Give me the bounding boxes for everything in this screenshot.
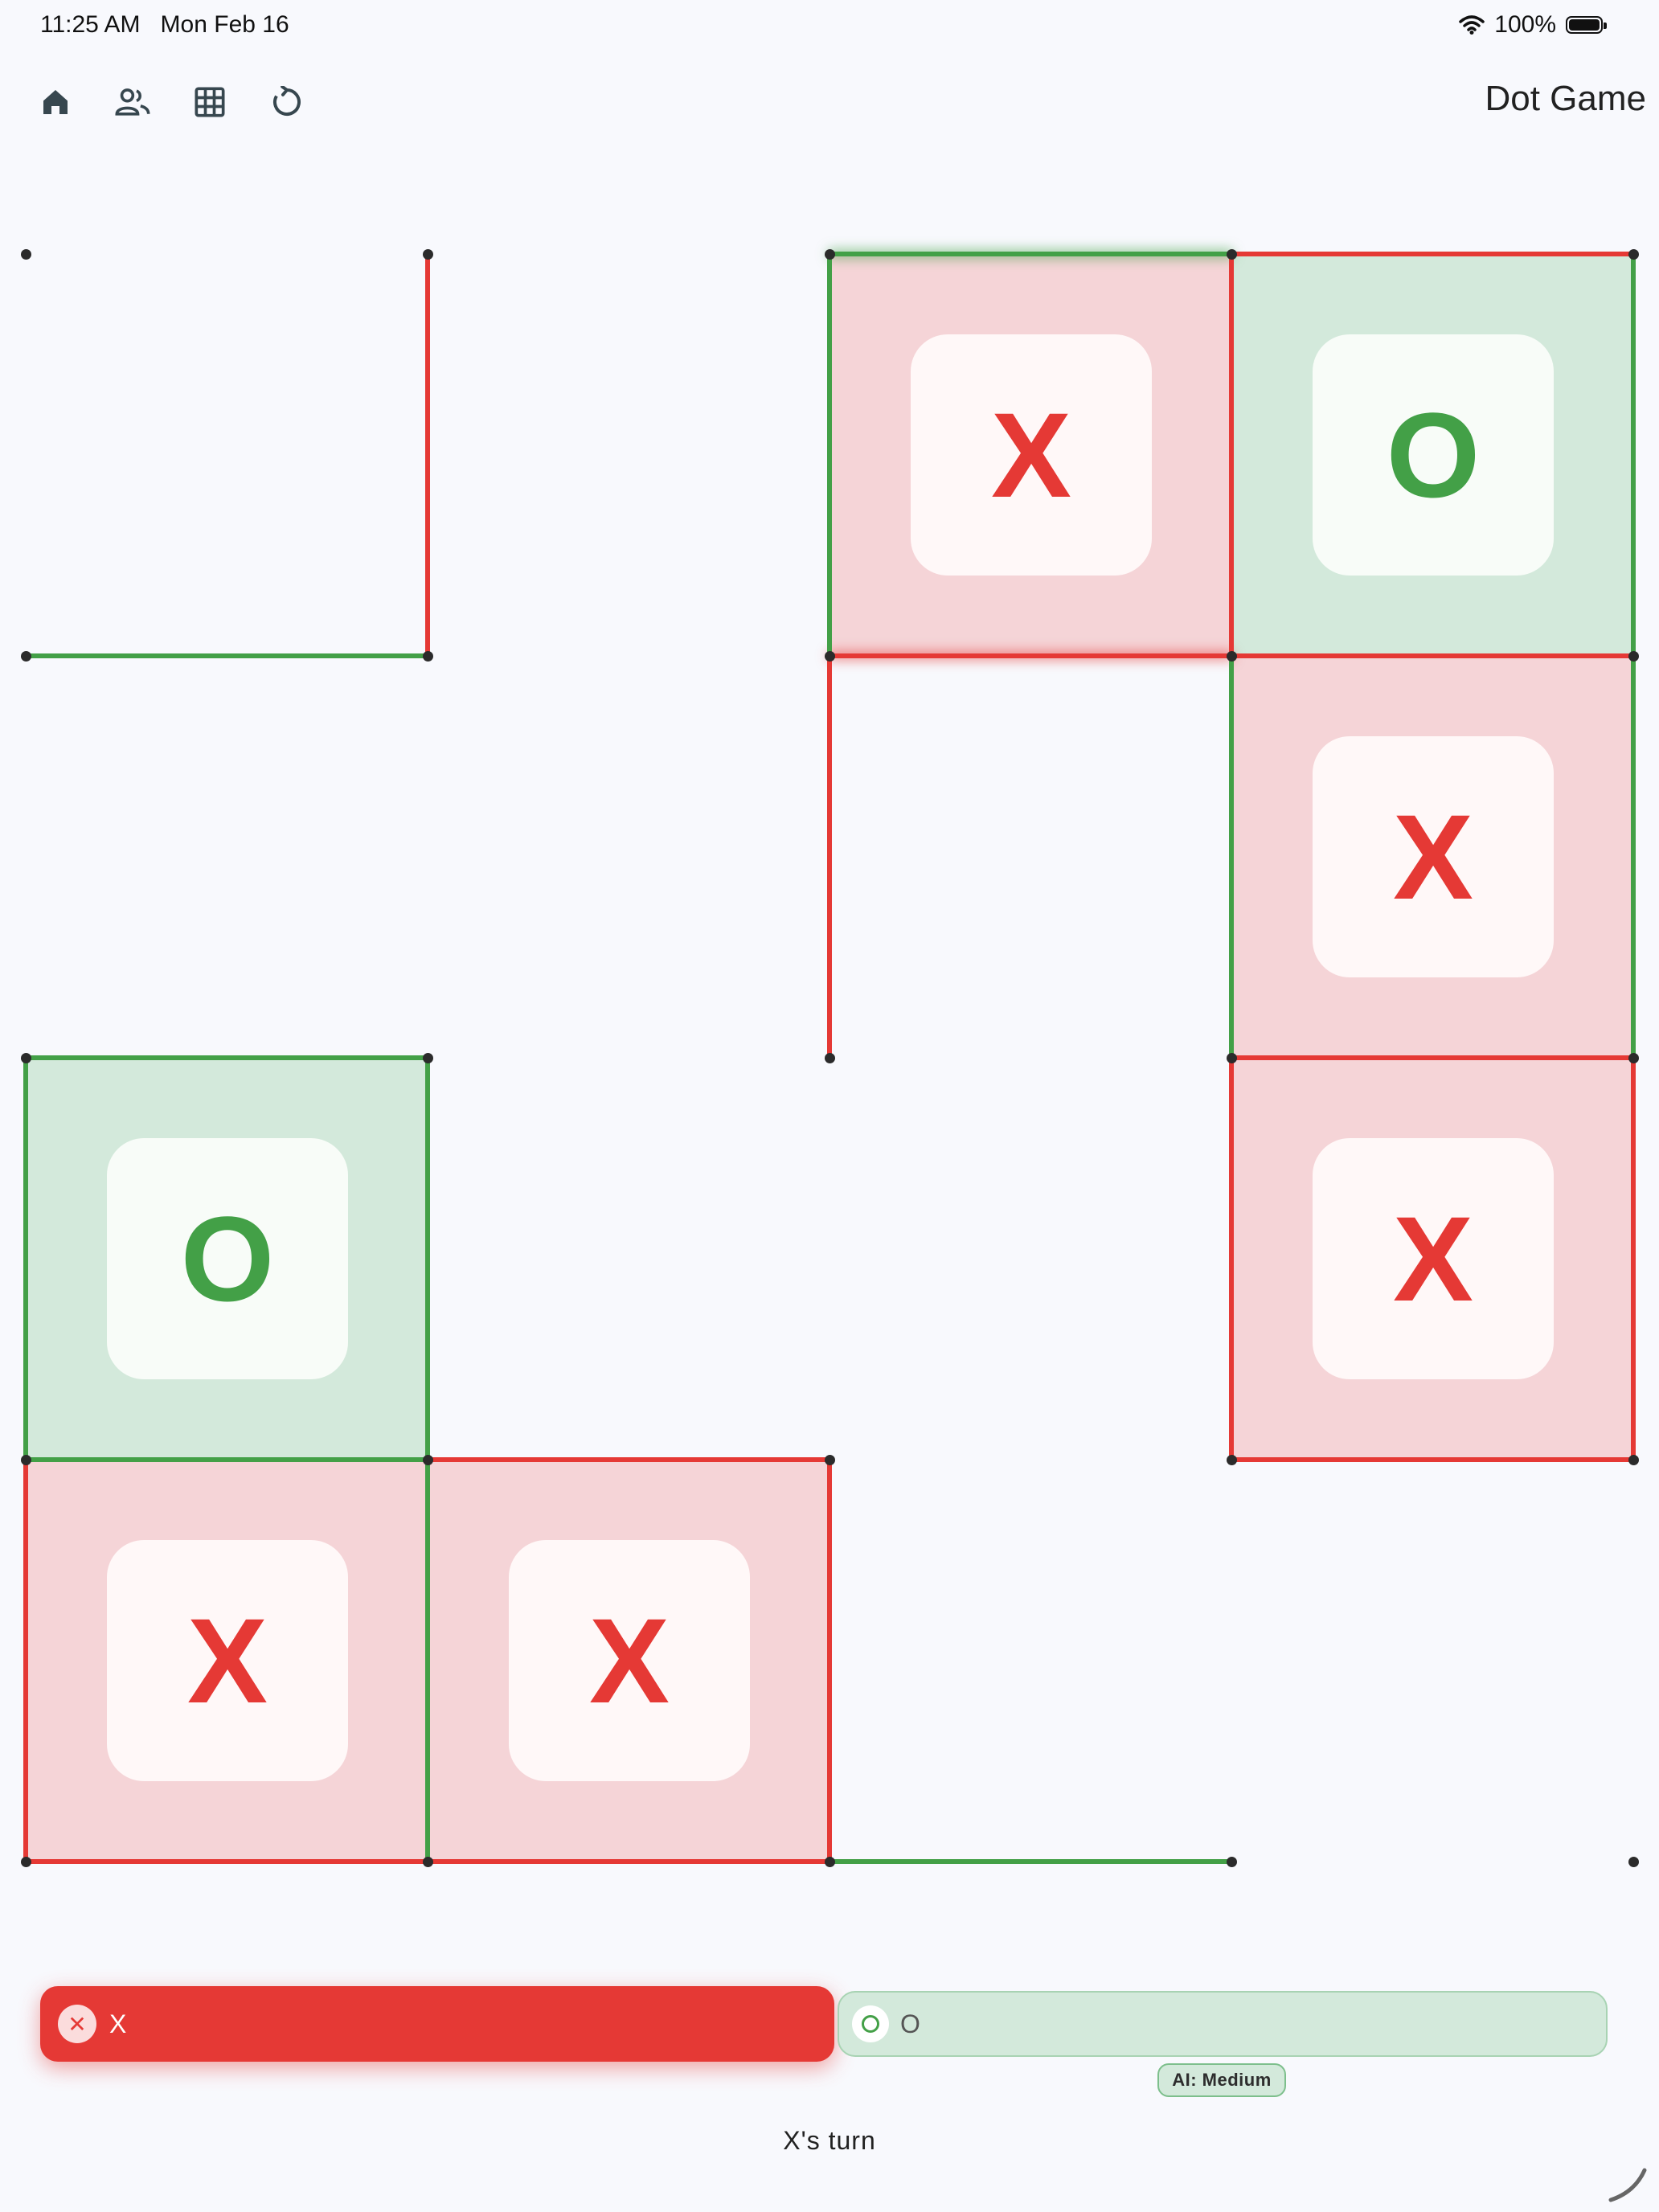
cell-mark: O [1313,334,1554,576]
game-board: XOXXOXX [0,0,1659,2212]
cell-mark: X [509,1540,750,1781]
refresh-icon [273,86,301,116]
x-mark-icon: ✕ [58,2005,96,2043]
home-icon [43,90,68,114]
v-line-1-3 [425,1460,430,1862]
grid-dot[interactable] [21,1053,31,1063]
cell-mark: X [911,334,1152,576]
status-clock: 11:25 AM [40,11,141,38]
grid-dot[interactable] [21,1455,31,1465]
board-cell-3-0: O [1231,254,1633,656]
h-line-2-4 [830,1859,1231,1864]
v-line-4-2 [1631,1058,1636,1460]
toolbar [29,76,313,129]
v-line-2-1 [827,656,832,1058]
v-line-3-2 [1229,1058,1234,1460]
battery-percent: 100% [1494,11,1556,38]
board-cell-3-2: X [1231,1058,1633,1460]
board-cell-3-1: X [1231,656,1633,1058]
grid-dot[interactable] [21,651,31,662]
grid-dot[interactable] [825,651,835,662]
players-button[interactable] [106,76,159,129]
grid-icon [195,87,225,117]
v-line-2-3 [827,1460,832,1862]
home-button[interactable] [29,76,82,129]
v-line-3-0 [1229,254,1234,656]
grid-dot[interactable] [1227,249,1237,260]
grid-dot[interactable] [1628,1053,1639,1063]
grid-size-button[interactable] [183,76,236,129]
people-icon [115,88,150,116]
v-line-0-2 [23,1058,28,1460]
resize-handle-icon [1608,2168,1647,2202]
ai-difficulty-badge: AI: Medium [1157,2063,1286,2097]
h-line-0-3 [26,1457,428,1462]
grid-dot[interactable] [1227,1857,1237,1867]
h-line-1-3 [428,1457,830,1462]
o-ring-icon [852,2005,889,2042]
board-cell-0-3: X [26,1460,428,1862]
grid-dot[interactable] [825,249,835,260]
player-o-name: O [900,2009,920,2038]
grid-dot[interactable] [1628,651,1639,662]
grid-dot[interactable] [1628,249,1639,260]
app-title: Dot Game [1485,79,1646,118]
grid-dot[interactable] [1227,651,1237,662]
board-cell-1-3: X [428,1460,830,1862]
h-line-3-1 [1231,653,1633,658]
h-line-1-4 [428,1859,830,1864]
cell-mark: X [107,1540,348,1781]
v-line-1-0 [425,254,430,656]
status-date: Mon Feb 16 [160,11,289,38]
grid-dot[interactable] [1628,1455,1639,1465]
v-line-1-2 [425,1058,430,1460]
cell-mark: X [1313,736,1554,977]
grid-dot[interactable] [21,249,31,260]
h-line-3-0 [1231,252,1633,256]
v-line-2-0 [827,254,832,656]
h-line-0-2 [26,1055,428,1060]
wifi-icon [1459,15,1485,35]
h-line-3-2 [1231,1055,1633,1060]
h-line-2-0 [830,252,1231,256]
player-x-name: X [109,2009,127,2038]
battery-icon [1566,16,1607,34]
status-time: 11:25 AM Mon Feb 16 [40,11,289,39]
turn-indicator: X's turn [783,2126,876,2155]
grid-dot[interactable] [21,1857,31,1867]
grid-dot[interactable] [1227,1455,1237,1465]
h-line-0-1 [26,653,428,658]
h-line-2-1 [830,653,1231,658]
status-bar: 11:25 AM Mon Feb 16 100% [0,0,1659,51]
grid-dot[interactable] [423,249,433,260]
grid-dot[interactable] [1628,1857,1639,1867]
grid-dot[interactable] [423,1053,433,1063]
player-x-card[interactable]: ✕ X [40,1986,834,2062]
board-cell-2-0: X [830,254,1231,656]
grid-dot[interactable] [825,1053,835,1063]
restart-button[interactable] [260,76,313,129]
status-right: 100% [1459,11,1607,39]
grid-dot[interactable] [423,1857,433,1867]
board-cell-0-2: O [26,1058,428,1460]
cell-mark: X [1313,1138,1554,1379]
v-line-3-1 [1229,656,1234,1058]
grid-dot[interactable] [423,1455,433,1465]
v-line-4-1 [1631,656,1636,1058]
h-line-3-3 [1231,1457,1633,1462]
grid-dot[interactable] [423,651,433,662]
grid-dot[interactable] [825,1857,835,1867]
player-o-card[interactable]: O [838,1991,1608,2057]
grid-dot[interactable] [1227,1053,1237,1063]
h-line-0-4 [26,1859,428,1864]
v-line-0-3 [23,1460,28,1862]
grid-dot[interactable] [825,1455,835,1465]
cell-mark: O [107,1138,348,1379]
v-line-4-0 [1631,254,1636,656]
